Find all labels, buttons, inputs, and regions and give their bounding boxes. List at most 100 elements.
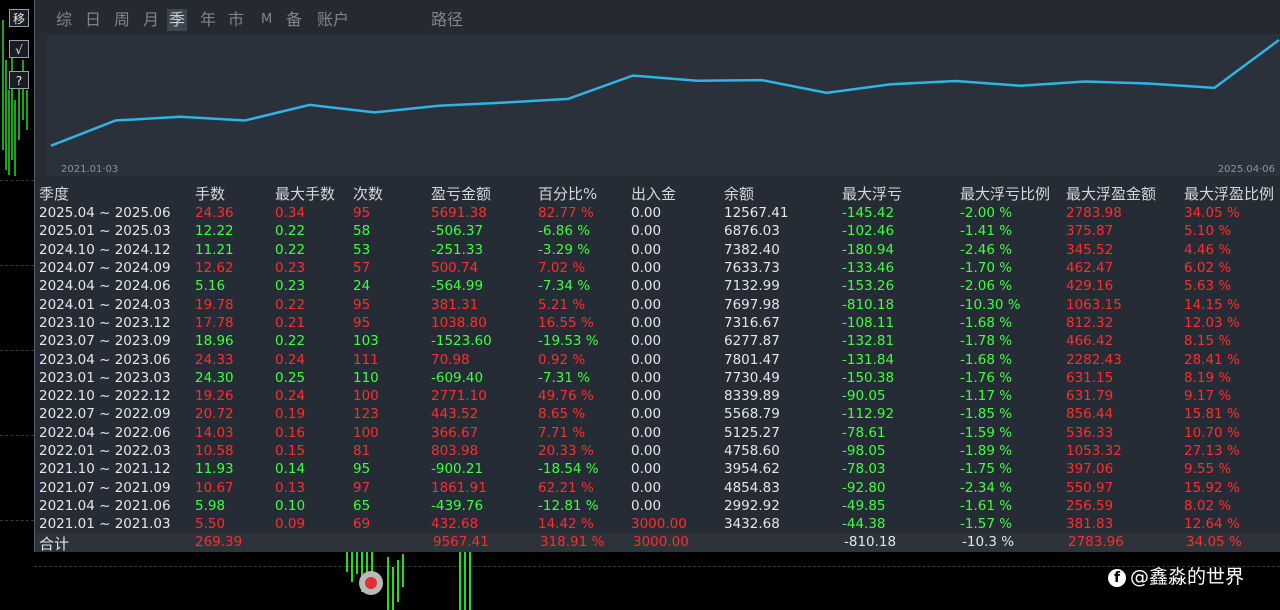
col-header[interactable]: 最大浮盈比例: [1184, 182, 1280, 204]
chart-side-strip: 移 √ ?: [0, 0, 34, 610]
tab-week[interactable]: 周: [112, 9, 132, 31]
cell-balance: 7801.47: [724, 351, 780, 368]
tab-quarter[interactable]: 季: [167, 9, 188, 31]
col-header[interactable]: 出入金: [631, 182, 724, 204]
cell-max-lots: 0.13: [275, 479, 306, 496]
cell-max-lots: 0.22: [275, 333, 306, 350]
cell-max-float-profit: 631.15: [1066, 369, 1114, 386]
tab-month[interactable]: 月: [141, 9, 161, 31]
cell-max-float-profit-pct: 14.15 %: [1184, 296, 1240, 313]
table-row[interactable]: 2023.07 ~ 2023.09 18.96 0.22 103 -1523.60 -19…: [39, 332, 1280, 350]
tab-market[interactable]: 市: [226, 9, 246, 31]
cell-pct: -7.34 %: [538, 278, 591, 295]
col-header[interactable]: 余额: [724, 182, 842, 204]
cell-lots: 24.30: [195, 369, 234, 386]
table-row[interactable]: 2024.07 ~ 2024.09 12.62 0.23 57 500.74 7.02 %…: [39, 259, 1280, 277]
cell-max-drawdown: -132.81: [842, 333, 895, 350]
cell-max-drawdown-pct: -2.00 %: [960, 205, 1013, 222]
table-row[interactable]: 2024.10 ~ 2024.12 11.21 0.22 53 -251.33 -3.29…: [39, 241, 1280, 259]
cell-deposit: 0.00: [631, 424, 662, 441]
col-header[interactable]: 次数: [353, 182, 431, 204]
cell-count: 97: [353, 479, 371, 496]
col-header[interactable]: 最大手数: [275, 182, 353, 204]
cell-pnl: 432.68: [431, 516, 479, 533]
move-button[interactable]: 移: [9, 9, 29, 27]
col-header[interactable]: 最大浮亏比例: [960, 182, 1066, 204]
table-row[interactable]: 2021.07 ~ 2021.09 10.67 0.13 97 1861.91 62.21…: [39, 478, 1280, 496]
cell-balance: 6876.03: [724, 223, 780, 240]
cell-max-drawdown-pct: -2.34 %: [960, 479, 1013, 496]
table-row[interactable]: 2022.01 ~ 2022.03 10.58 0.15 81 803.98 20.33 …: [39, 442, 1280, 460]
table-row[interactable]: 2025.04 ~ 2025.06 24.36 0.34 95 5691.38 82.77…: [39, 204, 1280, 222]
chart-start-date: 2021.01·03: [61, 164, 119, 175]
cell-lots: 24.36: [195, 205, 234, 222]
cell-deposit: 0.00: [631, 296, 662, 313]
table-row[interactable]: 2021.10 ~ 2021.12 11.93 0.14 95 -900.21 -18.5…: [39, 460, 1280, 478]
tab-m[interactable]: M: [259, 9, 274, 31]
candlestick-fragment: [346, 552, 471, 610]
table-row[interactable]: 2024.04 ~ 2024.06 5.16 0.23 24 -564.99 -7.34 …: [39, 277, 1280, 295]
tab-day[interactable]: 日: [83, 9, 103, 31]
cell-pct: -12.81 %: [538, 497, 599, 514]
table-row[interactable]: 2023.01 ~ 2023.03 24.30 0.25 110 -609.40 -7.3…: [39, 369, 1280, 387]
cell-pct: 14.42 %: [538, 516, 594, 533]
cell-balance: 4758.60: [724, 443, 780, 459]
col-header[interactable]: 季度: [39, 182, 195, 204]
cell-max-drawdown-pct: -1.17 %: [960, 388, 1013, 405]
cell-count: 53: [353, 241, 371, 258]
cell-pnl: -609.40: [431, 369, 484, 386]
stop-marker-icon[interactable]: [357, 569, 385, 597]
tab-summary[interactable]: 综: [54, 9, 74, 31]
table-row[interactable]: 2021.04 ~ 2021.06 5.98 0.10 65 -439.76 -12.81…: [39, 497, 1280, 515]
cell-max-float-profit: 2783.98: [1066, 205, 1122, 222]
tab-notes[interactable]: 备: [284, 9, 304, 31]
col-header[interactable]: 最大浮盈金额: [1066, 182, 1184, 204]
cell-max-drawdown: -49.85: [842, 497, 886, 514]
cell-pnl: -1523.60: [431, 333, 492, 350]
cell-max-drawdown-pct: -1.59 %: [960, 424, 1013, 441]
cell-pct: -19.53 %: [538, 333, 599, 350]
cell-deposit: 0.00: [631, 278, 662, 295]
cell-max-float-profit-pct: 12.03 %: [1184, 314, 1240, 331]
cell-lots: 14.03: [195, 424, 234, 441]
cell-pct: 16.55 %: [538, 314, 594, 331]
col-header[interactable]: 最大浮亏: [842, 182, 960, 204]
table-row[interactable]: 2023.10 ~ 2023.12 17.78 0.21 95 1038.80 16.55…: [39, 314, 1280, 332]
grid-line: [0, 350, 34, 351]
cell-count: 95: [353, 296, 371, 313]
cell-quarter: 2023.10 ~ 2023.12: [39, 314, 171, 331]
cell-count: 65: [353, 497, 371, 514]
cell-deposit: 0.00: [631, 479, 662, 496]
table-body: 2025.04 ~ 2025.06 24.36 0.34 95 5691.38 82.77…: [39, 204, 1280, 533]
cell-max-float-profit-pct: 8.15 %: [1184, 333, 1232, 350]
help-button[interactable]: ?: [9, 71, 29, 89]
table-row[interactable]: 2024.01 ~ 2024.03 19.78 0.22 95 381.31 5.21 %…: [39, 295, 1280, 313]
col-header[interactable]: 百分比%: [538, 182, 631, 204]
cell-balance: 7316.67: [724, 314, 780, 331]
table-row[interactable]: 2025.01 ~ 2025.03 12.22 0.22 58 -506.37 -6.86…: [39, 222, 1280, 240]
cell-max-lots: 0.19: [275, 406, 306, 423]
cell-lots: 5.16: [195, 278, 226, 295]
tab-account[interactable]: 账户: [315, 9, 351, 31]
table-row[interactable]: 2021.01 ~ 2021.03 5.50 0.09 69 432.68 14.42 %…: [39, 515, 1280, 533]
cell-quarter: 2022.10 ~ 2022.12: [39, 388, 171, 405]
col-header[interactable]: 手数: [195, 182, 275, 204]
tab-path[interactable]: 路径: [429, 9, 465, 31]
table-row[interactable]: 2022.04 ~ 2022.06 14.03 0.16 100 366.67 7.71 …: [39, 424, 1280, 442]
check-button[interactable]: √: [9, 40, 29, 58]
table-row[interactable]: 2022.07 ~ 2022.09 20.72 0.19 123 443.52 8.65 …: [39, 405, 1280, 423]
cell-balance: 6277.87: [724, 333, 780, 350]
table-row[interactable]: 2023.04 ~ 2023.06 24.33 0.24 111 70.98 0.92 %…: [39, 350, 1280, 368]
cell-pct: 82.77 %: [538, 205, 594, 222]
cell-max-float-profit-pct: 9.55 %: [1184, 461, 1232, 478]
cell-max-drawdown-pct: -1.57 %: [960, 516, 1013, 533]
cell-quarter: 2025.04 ~ 2025.06: [39, 205, 171, 222]
tab-year[interactable]: 年: [198, 9, 218, 31]
table-row[interactable]: 2022.10 ~ 2022.12 19.26 0.24 100 2771.10 49.7…: [39, 387, 1280, 405]
cell-pnl: 5691.38: [431, 205, 487, 222]
cell-pct: 7.71 %: [538, 424, 586, 441]
col-header[interactable]: 盈亏金额: [431, 182, 538, 204]
cell-quarter: 2023.01 ~ 2023.03: [39, 369, 171, 386]
cell-max-lots: 0.22: [275, 296, 306, 313]
cell-deposit: 3000.00: [631, 516, 687, 533]
